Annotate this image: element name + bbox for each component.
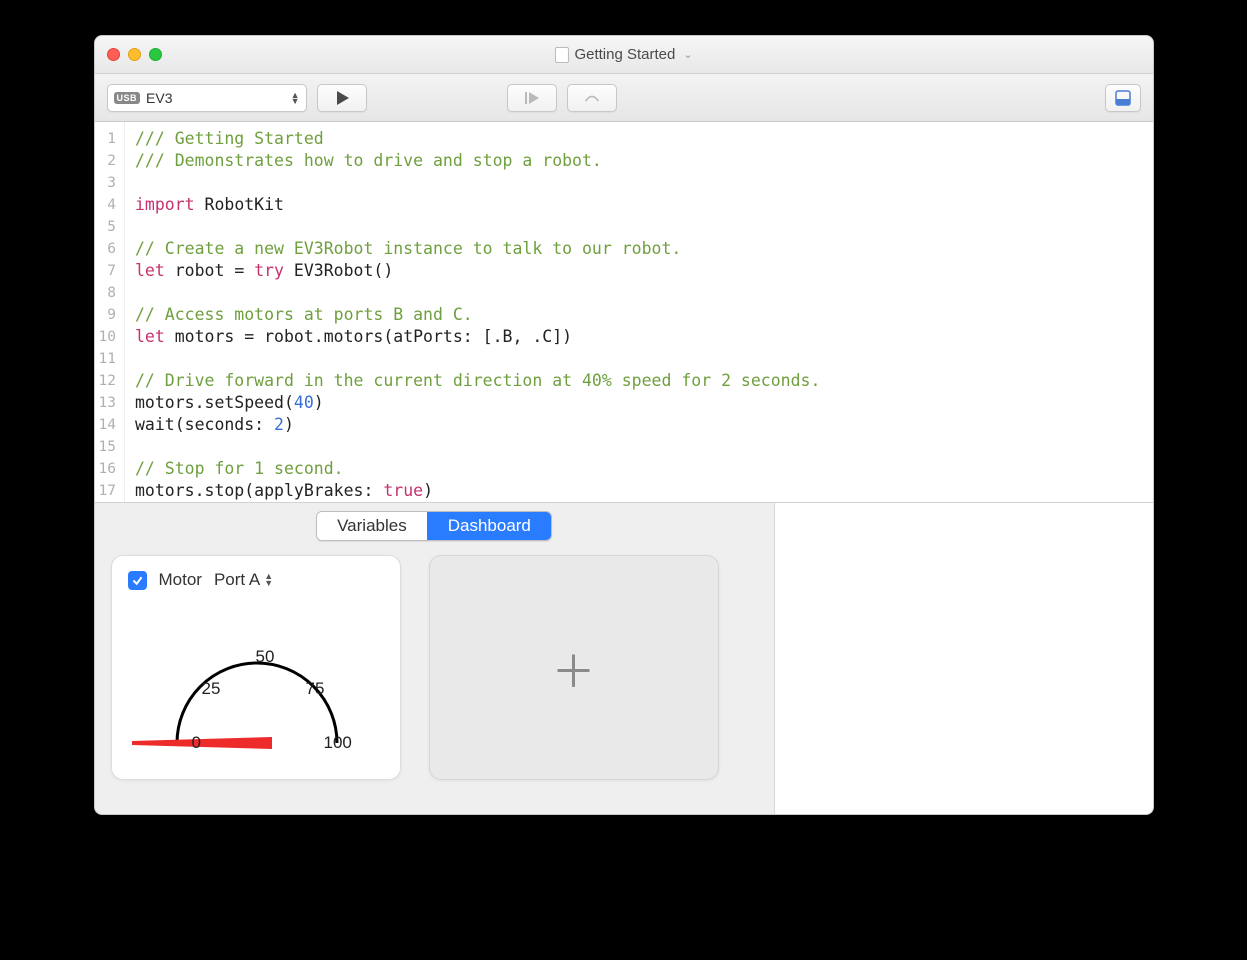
line-gutter: 1234567891011121314151617 [95,122,125,502]
check-icon [131,574,144,587]
chevron-down-icon: ⌄ [683,48,692,61]
stepper-icon: ▲▼ [264,573,273,587]
code-line[interactable]: motors.setSpeed(40) [135,392,820,414]
code-line[interactable]: /// Getting Started [135,128,820,150]
motor-widget[interactable]: Motor Port A ▲▼ 0 25 50 [111,555,401,780]
line-number: 15 [99,436,116,458]
line-number: 2 [99,150,116,172]
bottom-panel: Variables Dashboard Motor Port A ▲▼ [95,502,1153,814]
line-number: 8 [99,282,116,304]
gauge-needle [132,737,272,749]
connection-label: EV3 [146,90,285,106]
widget-area: Motor Port A ▲▼ 0 25 50 [95,555,774,780]
gauge-tick-100: 100 [324,733,352,753]
step-over-icon [584,90,600,106]
dashboard-panel: Variables Dashboard Motor Port A ▲▼ [95,503,775,814]
widget-enabled-checkbox[interactable] [128,571,147,590]
line-number: 1 [99,128,116,150]
document-icon [554,47,568,63]
usb-badge: USB [114,92,141,104]
line-number: 3 [99,172,116,194]
code-line[interactable]: let robot = try EV3Robot() [135,260,820,282]
line-number: 4 [99,194,116,216]
line-number: 13 [99,392,116,414]
code-line[interactable] [135,282,820,304]
code-line[interactable] [135,436,820,458]
gauge-tick-75: 75 [306,679,325,699]
code-line[interactable]: motors.stop(applyBrakes: true) [135,480,820,502]
gauge-tick-25: 25 [202,679,221,699]
close-window-button[interactable] [107,48,120,61]
app-window: Getting Started ⌄ USB EV3 ▲▼ 12345678910… [94,35,1154,815]
line-number: 14 [99,414,116,436]
plus-icon: ＋ [552,636,596,700]
line-number: 5 [99,216,116,238]
line-number: 11 [99,348,116,370]
code-line[interactable]: /// Demonstrates how to drive and stop a… [135,150,820,172]
run-button[interactable] [317,84,367,112]
panel-icon [1115,90,1131,106]
window-title[interactable]: Getting Started ⌄ [554,46,692,63]
code-line[interactable] [135,216,820,238]
code-line[interactable]: wait(seconds: 2) [135,414,820,436]
step-play-icon [524,90,540,106]
gauge: 0 25 50 75 100 [128,590,384,765]
widget-port-label: Port A [214,570,260,590]
zoom-window-button[interactable] [149,48,162,61]
code-line[interactable]: let motors = robot.motors(atPorts: [.B, … [135,326,820,348]
tab-variables[interactable]: Variables [317,512,427,540]
inspector-panel [775,503,1153,814]
gauge-arc [177,663,337,743]
line-number: 10 [99,326,116,348]
code-line[interactable]: // Stop for 1 second. [135,458,820,480]
gauge-tick-50: 50 [256,647,275,667]
window-title-text: Getting Started [574,46,675,63]
line-number: 16 [99,458,116,480]
minimize-window-button[interactable] [128,48,141,61]
play-icon [334,90,350,106]
code-line[interactable] [135,348,820,370]
line-number: 6 [99,238,116,260]
widget-port-selector[interactable]: Port A ▲▼ [214,570,273,590]
step-over-button[interactable] [567,84,617,112]
line-number: 17 [99,480,116,502]
code-line[interactable] [135,172,820,194]
stepper-icon: ▲▼ [291,92,300,104]
add-widget-button[interactable]: ＋ [429,555,719,780]
tab-dashboard[interactable]: Dashboard [427,512,551,540]
code-line[interactable]: import RobotKit [135,194,820,216]
code-line[interactable]: // Access motors at ports B and C. [135,304,820,326]
connection-selector[interactable]: USB EV3 ▲▼ [107,84,307,112]
code-line[interactable]: // Create a new EV3Robot instance to tal… [135,238,820,260]
window-controls [107,48,162,61]
code-editor[interactable]: 1234567891011121314151617 /// Getting St… [95,122,1153,502]
panel-toggle-button[interactable] [1105,84,1141,112]
tab-bar: Variables Dashboard [95,503,774,555]
step-button[interactable] [507,84,557,112]
titlebar: Getting Started ⌄ [95,36,1153,74]
widget-type-label: Motor [159,570,202,590]
code-area[interactable]: /// Getting Started/// Demonstrates how … [125,122,830,502]
line-number: 12 [99,370,116,392]
toolbar: USB EV3 ▲▼ [95,74,1153,122]
line-number: 9 [99,304,116,326]
gauge-tick-0: 0 [192,733,201,753]
code-line[interactable]: // Drive forward in the current directio… [135,370,820,392]
line-number: 7 [99,260,116,282]
